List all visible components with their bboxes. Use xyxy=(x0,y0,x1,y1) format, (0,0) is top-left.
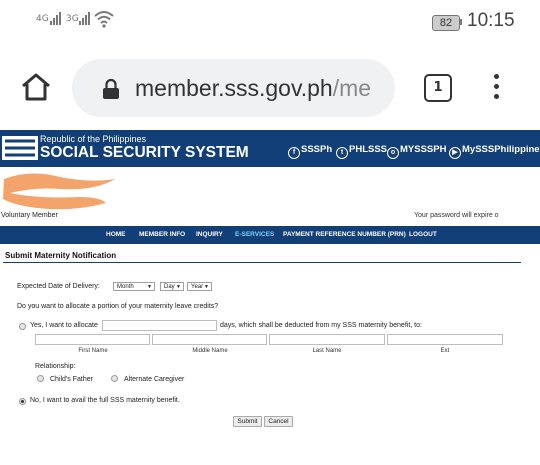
member-info-area: Voluntary Member Your password will expi… xyxy=(0,167,540,226)
relationship-caregiver-label: Alternate Caregiver xyxy=(124,376,185,383)
home-icon[interactable] xyxy=(20,72,52,102)
overflow-menu-icon[interactable] xyxy=(494,74,500,104)
social-twitter[interactable]: t PHLSSS xyxy=(336,144,387,159)
wifi-icon xyxy=(94,11,114,28)
sss-logo-icon xyxy=(2,136,38,160)
social-youtube[interactable]: ▶ MySSSPhilippines xyxy=(449,144,540,159)
allocate-days-input[interactable] xyxy=(102,320,217,331)
password-expiry-notice: Your password will expire o xyxy=(414,212,499,219)
middle-name-label: Middle Name xyxy=(192,348,228,354)
chevron-down-icon: ▼ xyxy=(204,284,209,290)
day-select-value: Day xyxy=(164,284,175,290)
allocate-yes-suffix: days, which shall be deducted from my SS… xyxy=(220,322,422,329)
relationship-caregiver-radio[interactable] xyxy=(111,375,118,382)
social-facebook[interactable]: f SSSPh xyxy=(288,144,332,159)
relationship-label: Relationship: xyxy=(35,363,76,370)
nav-prn[interactable]: PAYMENT REFERENCE NUMBER (PRN) xyxy=(283,231,406,238)
form-title: Submit Maternity Notification xyxy=(5,251,117,260)
year-select-value: Year xyxy=(191,284,204,290)
allocate-yes-label: Yes, I want to allocate xyxy=(30,322,98,329)
delivery-date-label: Expected Date of Delivery: xyxy=(17,283,100,290)
last-name-label: Last Name xyxy=(312,348,342,354)
social-youtube-label: MySSSPhilippines xyxy=(462,144,540,155)
tab-switcher-button[interactable]: 1 xyxy=(424,74,452,102)
chevron-down-icon: ▼ xyxy=(147,284,152,290)
middle-name-input[interactable] xyxy=(152,334,267,345)
site-title: SOCIAL SECURITY SYSTEM xyxy=(40,144,249,161)
last-name-input[interactable] xyxy=(269,334,385,345)
instagram-icon: o xyxy=(387,147,399,159)
signal-icon xyxy=(79,12,90,25)
lock-icon xyxy=(103,78,119,99)
nav-member-info[interactable]: MEMBER INFO xyxy=(139,231,185,238)
network-type-2: 3G xyxy=(66,14,79,24)
nav-inquiry[interactable]: INQUIRY xyxy=(196,231,223,238)
republic-label: Republic of the Philippines xyxy=(40,134,147,144)
twitter-icon: t xyxy=(336,147,348,159)
ext-label: Ext xyxy=(440,348,450,354)
form-title-divider xyxy=(3,262,521,263)
first-name-label: First Name xyxy=(78,348,108,354)
relationship-father-label: Child's Father xyxy=(50,376,93,383)
address-bar[interactable]: member.sss.gov.ph/me xyxy=(72,59,395,117)
ext-input[interactable] xyxy=(387,334,503,345)
url-text: member.sss.gov.ph/me xyxy=(135,75,371,102)
social-instagram[interactable]: o MYSSSPH xyxy=(387,144,446,159)
member-type: Voluntary Member xyxy=(1,212,58,219)
url-path: /me xyxy=(332,75,372,101)
social-facebook-label: SSSPh xyxy=(301,144,333,155)
battery-tip xyxy=(460,19,462,25)
social-twitter-label: PHLSSS xyxy=(349,144,388,155)
month-select[interactable]: Month ▼ xyxy=(113,282,155,291)
browser-toolbar: member.sss.gov.ph/me 1 xyxy=(0,44,540,130)
day-select[interactable]: Day ▼ xyxy=(160,282,184,291)
signal-icon xyxy=(50,12,61,25)
allocate-yes-radio[interactable] xyxy=(19,323,26,330)
redaction-scribble xyxy=(3,173,115,210)
nav-home[interactable]: HOME xyxy=(106,231,126,238)
facebook-icon: f xyxy=(288,147,300,159)
allocate-no-label: No, I want to avail the full SSS materni… xyxy=(30,397,180,404)
sss-header-banner: Republic of the Philippines SOCIAL SECUR… xyxy=(0,130,540,167)
allocate-no-radio[interactable] xyxy=(19,398,26,405)
network-type-1: 4G xyxy=(36,14,49,24)
allocation-question: Do you want to allocate a portion of you… xyxy=(17,303,219,310)
year-select[interactable]: Year ▼ xyxy=(187,282,212,291)
youtube-icon: ▶ xyxy=(449,147,461,159)
chevron-down-icon: ▼ xyxy=(176,284,181,290)
status-bar: 4G 3G 82 10:15 xyxy=(0,0,540,44)
first-name-input[interactable] xyxy=(35,334,150,345)
cancel-button[interactable]: Cancel xyxy=(264,416,293,427)
nav-e-services[interactable]: E-SERVICES xyxy=(235,231,274,238)
relationship-father-radio[interactable] xyxy=(37,375,44,382)
submit-button[interactable]: Submit xyxy=(233,416,262,427)
nav-logout[interactable]: LOGOUT xyxy=(409,231,437,238)
social-instagram-label: MYSSSPH xyxy=(400,144,447,155)
battery-icon: 82 xyxy=(432,15,460,31)
month-select-value: Month xyxy=(117,284,134,290)
url-host: member.sss.gov.ph xyxy=(135,75,333,101)
clock: 10:15 xyxy=(467,10,515,31)
main-nav: HOME MEMBER INFO INQUIRY E-SERVICES PAYM… xyxy=(0,226,540,244)
